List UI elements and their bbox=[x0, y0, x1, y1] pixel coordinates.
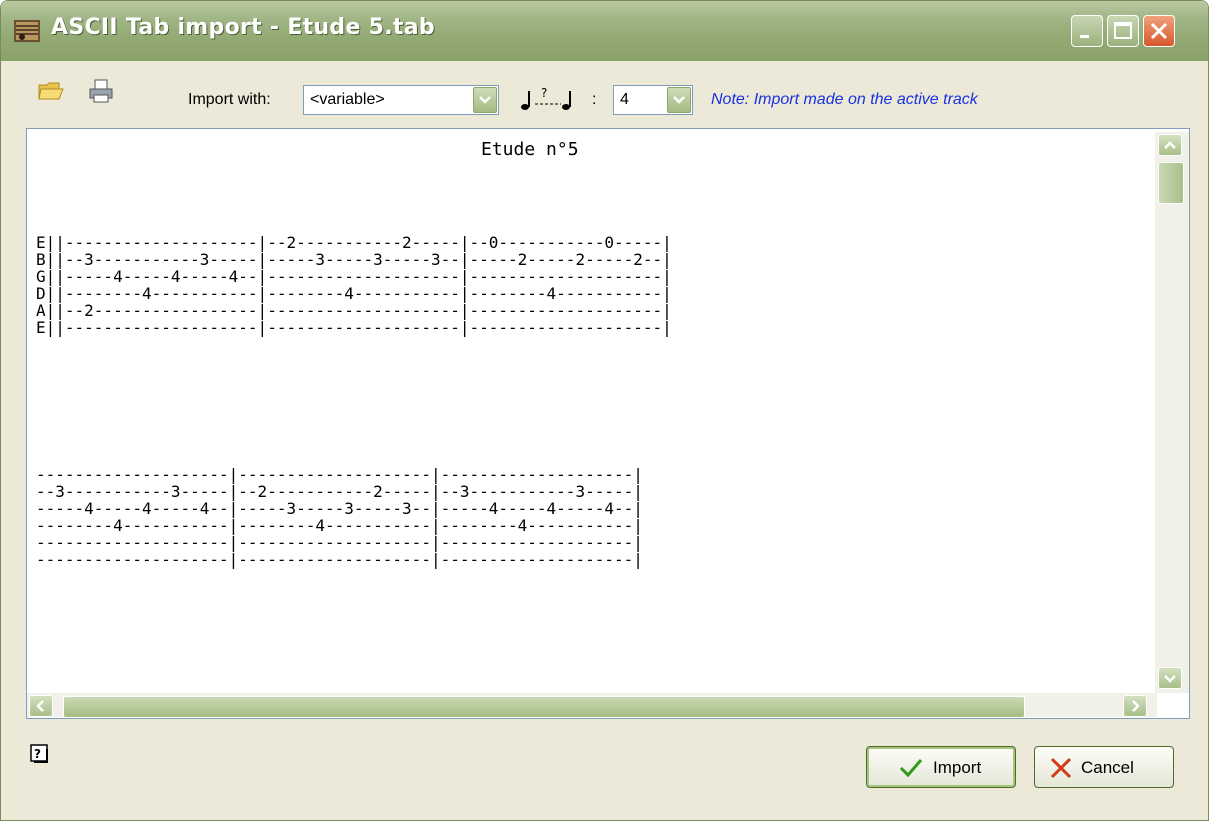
tab-line: A||--2-----------------|----------------… bbox=[36, 301, 672, 320]
open-folder-icon[interactable] bbox=[37, 77, 65, 105]
vertical-scrollbar[interactable] bbox=[1155, 132, 1189, 693]
tab-line: --------------------|-------------------… bbox=[36, 533, 643, 552]
title-bar[interactable]: ASCII Tab import - Etude 5.tab bbox=[1, 1, 1208, 61]
cancel-button-label: Cancel bbox=[1081, 758, 1134, 777]
chevron-right-icon bbox=[1132, 700, 1140, 712]
tab-text-area[interactable]: Etude n°5 E||--------------------|--2---… bbox=[26, 128, 1190, 719]
tab-line: E||--------------------|----------------… bbox=[36, 318, 672, 337]
ratio-select[interactable]: 4 bbox=[613, 85, 693, 115]
tab-line: E||--------------------|--2-----------2-… bbox=[36, 233, 672, 252]
tab-line: --------------------|-------------------… bbox=[36, 465, 643, 484]
minimize-icon bbox=[1080, 35, 1089, 38]
close-icon bbox=[1150, 22, 1168, 40]
tab-line: --------------------|-------------------… bbox=[36, 550, 643, 569]
svg-text:?: ? bbox=[34, 747, 41, 761]
active-track-note: Note: Import made on the active track bbox=[711, 91, 978, 108]
maximize-icon bbox=[1114, 22, 1132, 39]
scroll-up-button[interactable] bbox=[1158, 134, 1182, 156]
document-title: Etude n°5 bbox=[481, 139, 579, 160]
vertical-scroll-thumb[interactable] bbox=[1158, 162, 1184, 204]
ascii-tab-import-window: ASCII Tab import - Etude 5.tab Import wi… bbox=[0, 0, 1209, 821]
window-title: ASCII Tab import - Etude 5.tab bbox=[51, 15, 435, 40]
import-with-value: <variable> bbox=[310, 91, 385, 108]
tab-line: D||--------4-----------|--------4-------… bbox=[36, 284, 672, 303]
chevron-up-icon bbox=[1164, 141, 1176, 149]
chevron-down-icon bbox=[479, 96, 491, 104]
minimize-button[interactable] bbox=[1071, 15, 1103, 47]
tab-line: -----4-----4-----4--|-----3-----3-----3-… bbox=[36, 499, 643, 518]
note-ratio-icon: ? bbox=[521, 86, 571, 110]
scroll-down-button[interactable] bbox=[1158, 667, 1182, 689]
help-icon[interactable]: ? bbox=[29, 743, 51, 765]
chevron-down-icon bbox=[673, 96, 685, 104]
import-with-dropdown-button[interactable] bbox=[473, 87, 497, 113]
ratio-value: 4 bbox=[620, 91, 629, 108]
chevron-down-icon bbox=[1164, 675, 1176, 683]
svg-text:?: ? bbox=[541, 86, 547, 100]
import-button[interactable]: Import bbox=[866, 746, 1016, 788]
import-with-select[interactable]: <variable> bbox=[303, 85, 499, 115]
maximize-button[interactable] bbox=[1107, 15, 1139, 47]
tab-line: --3-----------3-----|--2-----------2----… bbox=[36, 482, 643, 501]
scroll-right-button[interactable] bbox=[1123, 695, 1147, 717]
ratio-colon: : bbox=[592, 91, 597, 108]
tab-line: B||--3-----------3-----|-----3-----3----… bbox=[36, 250, 672, 269]
horizontal-scroll-thumb[interactable] bbox=[63, 696, 1025, 718]
x-icon bbox=[1050, 757, 1072, 779]
tab-line: G||-----4-----4-----4--|----------------… bbox=[36, 267, 672, 286]
cancel-button[interactable]: Cancel bbox=[1034, 746, 1174, 788]
app-icon bbox=[14, 20, 40, 42]
print-icon[interactable] bbox=[87, 77, 115, 105]
checkmark-icon bbox=[899, 759, 923, 778]
ratio-dropdown-button[interactable] bbox=[667, 87, 691, 113]
tab-line: --------4-----------|--------4----------… bbox=[36, 516, 643, 535]
toolbar bbox=[1, 61, 1208, 129]
chevron-left-icon bbox=[36, 700, 44, 712]
close-button[interactable] bbox=[1143, 15, 1175, 47]
import-with-label: Import with: bbox=[188, 91, 271, 108]
scroll-left-button[interactable] bbox=[29, 695, 53, 717]
import-button-label: Import bbox=[933, 758, 982, 777]
